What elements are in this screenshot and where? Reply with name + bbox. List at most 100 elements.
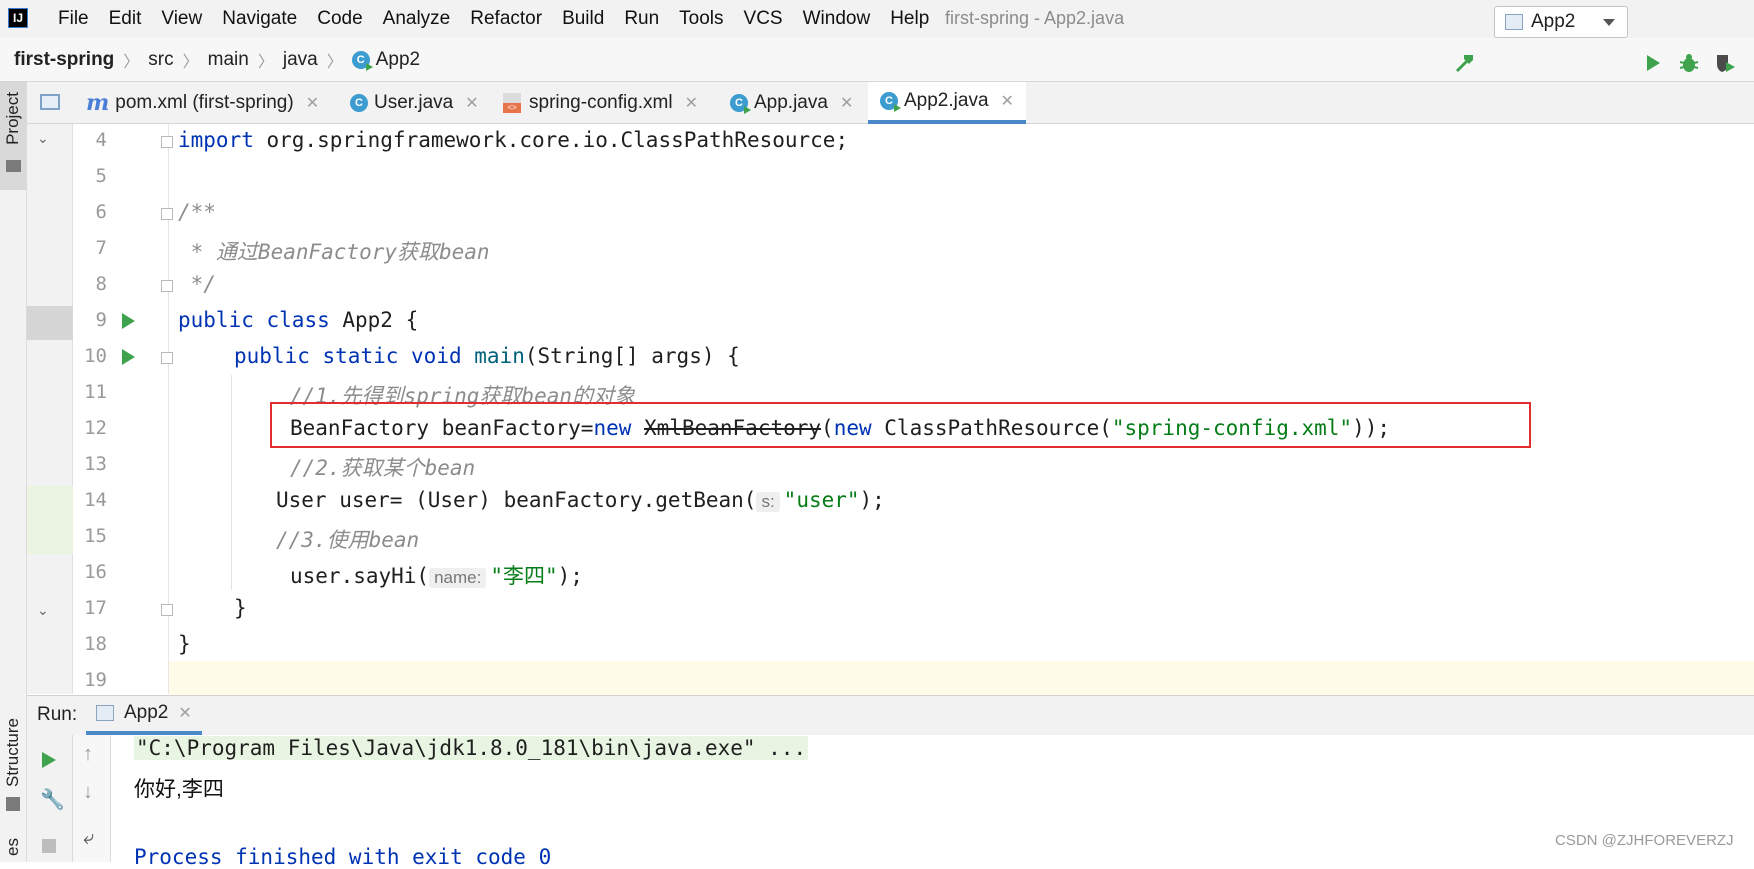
project-view-icon[interactable] (40, 94, 60, 110)
close-icon[interactable]: ✕ (1001, 91, 1014, 111)
close-icon[interactable]: ✕ (465, 93, 478, 113)
breadcrumb-java[interactable]: java (283, 49, 318, 71)
menu-analyze[interactable]: Analyze (373, 0, 461, 38)
run-gutter-icon[interactable] (122, 349, 135, 365)
folder-icon (6, 160, 21, 172)
run-icon[interactable] (1640, 50, 1666, 76)
chevron-down-icon[interactable]: ⌄ (37, 130, 49, 147)
parameter-hint: s: (756, 492, 780, 512)
chevron-down-icon[interactable]: ⌄ (37, 602, 49, 619)
code-text: User user= (User) beanFactory.getBean( (276, 488, 757, 512)
arrow-up-icon[interactable]: ↑ (83, 743, 93, 766)
chevron-right-icon: 〉 (257, 54, 274, 71)
tab-app2-java[interactable]: C App2.java ✕ (868, 82, 1026, 124)
string-literal: "user" (783, 488, 860, 512)
close-icon[interactable]: ✕ (306, 93, 319, 113)
structure-tab-label[interactable]: Structure (3, 718, 23, 787)
menu-build[interactable]: Build (552, 0, 614, 38)
menu-window[interactable]: Window (793, 0, 881, 38)
menu-edit[interactable]: Edit (99, 0, 152, 38)
arrow-down-icon[interactable]: ↓ (83, 781, 93, 804)
code-line-13[interactable]: //2.获取某个bean (290, 452, 475, 482)
menu-file[interactable]: File (48, 0, 99, 38)
code-line-14[interactable]: User user= (User) beanFactory.getBean(s:… (276, 488, 885, 512)
close-icon[interactable]: ✕ (178, 703, 191, 723)
line-number: 19 (84, 669, 107, 691)
class-icon: C (350, 94, 368, 112)
code-line-8[interactable]: */ (178, 272, 216, 296)
run-gutter-icon[interactable] (122, 313, 135, 329)
code-text: user.sayHi( (290, 564, 430, 588)
run-with-coverage-icon[interactable] (1712, 50, 1738, 76)
code-line-4[interactable]: import org.springframework.core.io.Class… (178, 128, 848, 152)
code-line-16[interactable]: user.sayHi(name: "李四"); (290, 560, 583, 590)
line-number: 10 (84, 345, 107, 367)
keyword: public (178, 308, 254, 332)
run-tab-app2[interactable]: App2 ✕ (86, 695, 202, 735)
wrench-icon[interactable]: 🔧 (40, 787, 65, 812)
menu-run[interactable]: Run (614, 0, 669, 38)
run-panel-header (27, 695, 1754, 735)
code-line-17[interactable]: } (234, 596, 247, 620)
line-number: 13 (84, 453, 107, 475)
menu-items: File Edit View Navigate Code Analyze Ref… (48, 0, 939, 38)
chevron-down-icon (1603, 18, 1615, 26)
code-text: ); (557, 564, 583, 588)
breadcrumb-src[interactable]: src (148, 49, 173, 71)
logo-text: IJ (12, 11, 23, 25)
run-config-selector[interactable]: App2 (1494, 6, 1628, 38)
menu-navigate[interactable]: Navigate (212, 0, 307, 38)
run-panel-title: Run: (37, 704, 78, 725)
tab-spring-config-xml[interactable]: spring-config.xml ✕ (503, 82, 698, 124)
debug-icon[interactable] (1676, 50, 1702, 76)
breadcrumb-class[interactable]: App2 (376, 49, 420, 71)
fold-marker-icon[interactable] (161, 280, 173, 292)
code-line-9[interactable]: public class App2 { (178, 308, 418, 332)
project-tool-tab[interactable]: Project (0, 82, 27, 190)
build-hammer-icon[interactable] (1452, 50, 1478, 76)
stop-icon[interactable] (42, 839, 56, 853)
indent-guide (231, 375, 232, 590)
console-exit-line: Process finished with exit code 0 (134, 845, 552, 869)
code-text: ); (859, 488, 885, 512)
breadcrumb-main[interactable]: main (208, 49, 249, 71)
fold-marker-icon[interactable] (161, 136, 173, 148)
tab-pom-xml[interactable]: m pom.xml (first-spring) ✕ (86, 82, 319, 124)
menu-code[interactable]: Code (307, 0, 372, 38)
code-line-15[interactable]: //3.使用bean (276, 524, 419, 554)
code-line-6[interactable]: /** (178, 200, 216, 224)
fold-marker-icon[interactable] (161, 604, 173, 616)
other-tab-label[interactable]: es (3, 838, 23, 856)
breadcrumb-project[interactable]: first-spring (14, 49, 114, 71)
menu-refactor[interactable]: Refactor (460, 0, 552, 38)
soft-wrap-icon[interactable]: ⤶ (83, 827, 94, 850)
code-line-10[interactable]: public static void main(String[] args) { (234, 344, 740, 368)
menu-help[interactable]: Help (880, 0, 939, 38)
tab-label: User.java (374, 92, 454, 113)
close-icon[interactable]: ✕ (685, 93, 698, 113)
current-line-highlight (169, 661, 1754, 695)
run-tab-label: App2 (124, 702, 169, 723)
line-number: 16 (84, 561, 107, 583)
close-icon[interactable]: ✕ (840, 93, 853, 113)
rerun-icon[interactable] (42, 752, 56, 768)
string-literal: "李四" (490, 564, 558, 588)
tab-app-java[interactable]: C App.java ✕ (730, 82, 853, 124)
run-toolbar-secondary: ↑ ↓ ⤶ (73, 735, 111, 862)
run-class-icon: C (880, 92, 901, 112)
maven-icon: m (86, 90, 110, 116)
code-line-18[interactable]: } (178, 632, 191, 656)
code-line-7[interactable]: * 通过BeanFactory获取bean (178, 236, 490, 266)
menu-view[interactable]: View (151, 0, 212, 38)
keyword: class (266, 308, 330, 332)
chevron-right-icon: 〉 (123, 54, 140, 71)
run-class-icon: C (730, 94, 751, 114)
tab-label: App2.java (904, 90, 989, 111)
fold-marker-icon[interactable] (161, 208, 173, 220)
tab-user-java[interactable]: C User.java ✕ (350, 82, 479, 124)
menu-vcs[interactable]: VCS (734, 0, 793, 38)
fold-marker-icon[interactable] (161, 352, 173, 364)
line-number: 6 (95, 201, 107, 223)
menu-tools[interactable]: Tools (669, 0, 733, 38)
chevron-right-icon: 〉 (182, 54, 199, 71)
